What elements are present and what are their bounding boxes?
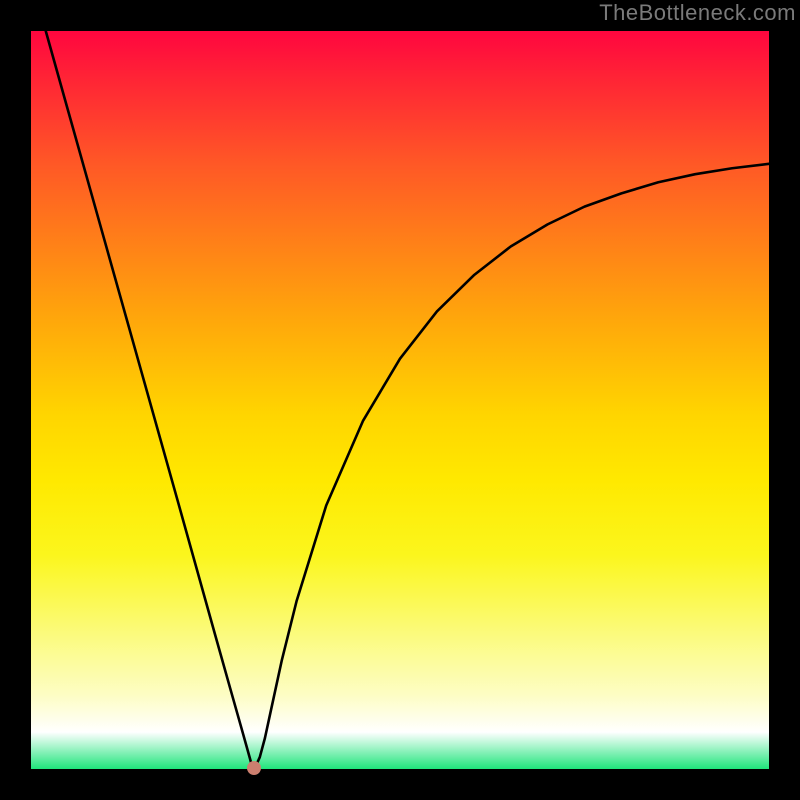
watermark-text: TheBottleneck.com	[599, 0, 796, 26]
minimum-marker	[247, 761, 261, 775]
plot-area	[31, 31, 769, 769]
curve-svg	[31, 31, 769, 769]
chart-frame: TheBottleneck.com	[0, 0, 800, 800]
bottleneck-curve-path	[46, 31, 769, 768]
